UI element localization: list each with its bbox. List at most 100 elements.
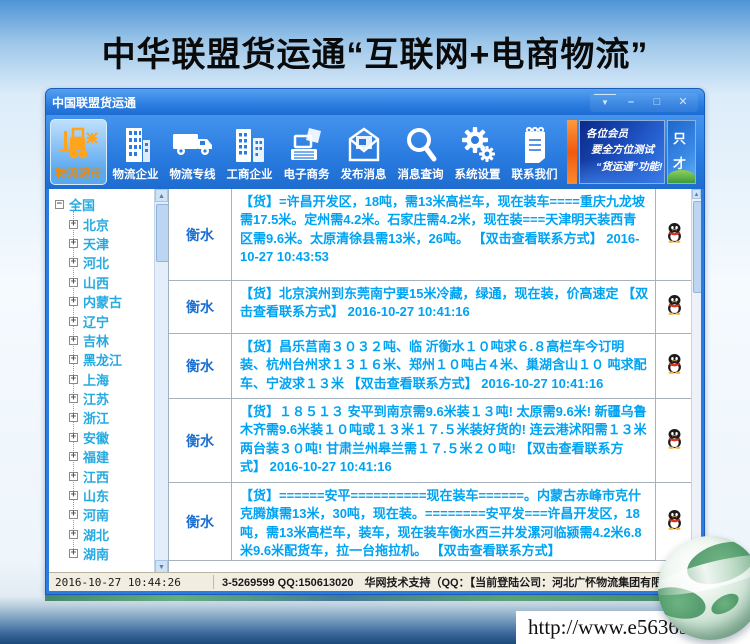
ecommerce-icon	[287, 124, 327, 166]
status-time: 2016-10-27 10:44:26	[49, 576, 213, 589]
promo-banner[interactable]: 各位会员要全方位测试“货运通”功能!	[579, 120, 665, 184]
message-text: 【货】=许昌开发区，18吨，需13米高栏车，现在装车====重庆九龙坡需17.5…	[232, 189, 655, 280]
tree-item-henan[interactable]: + 河南	[49, 505, 155, 524]
qq-contact-cell	[655, 189, 692, 280]
tree-item-neimenggu[interactable]: +内蒙古	[49, 292, 155, 311]
tree-item-label: 湖南	[83, 544, 109, 563]
expand-icon[interactable]: +	[69, 220, 78, 229]
qq-contact-cell	[655, 281, 692, 333]
qq-icon[interactable]	[666, 428, 683, 454]
expand-icon[interactable]: +	[69, 336, 78, 345]
tree-item-label: 河南	[83, 505, 109, 524]
tree-scrollbar[interactable]: ▲ ▼	[154, 189, 168, 573]
tree-item-heilongjiang[interactable]: +黑龙江	[49, 350, 155, 369]
expand-icon[interactable]: +	[69, 394, 78, 403]
expand-icon[interactable]: +	[69, 317, 78, 326]
banner-line: 各位会员	[586, 126, 660, 142]
expand-icon[interactable]: +	[69, 549, 78, 558]
tree-item-label: 山东	[83, 486, 109, 505]
expand-icon[interactable]: +	[69, 239, 78, 248]
app-window: 中国联盟货运通 ▼ – □ ✕ 物流超市物流企业物流专线工商企业电子商务发布消息…	[45, 88, 705, 595]
expand-icon[interactable]: +	[69, 491, 78, 500]
expand-icon[interactable]: +	[69, 258, 78, 267]
toolbar-item-logistics-company[interactable]: 物流企业	[107, 119, 164, 185]
tree-item-label: 安徽	[83, 428, 109, 447]
maximize-icon[interactable]: □	[646, 94, 668, 110]
message-origin: 衡水	[169, 483, 232, 560]
tree-item-anhui[interactable]: + 安徽	[49, 428, 155, 447]
toolbar-item-logistics-market[interactable]: 物流超市	[50, 119, 107, 185]
close-icon[interactable]: ✕	[672, 94, 694, 110]
tree-item-label: 浙江	[83, 408, 109, 427]
qq-icon[interactable]	[666, 294, 683, 320]
tree-item-label: 辽宁	[83, 312, 109, 331]
expand-icon[interactable]: +	[69, 530, 78, 539]
message-row[interactable]: 衡水【货】１８５１３ 安平到南京需9.6米装１３吨! 太原需9.6米! 新疆乌鲁…	[169, 399, 692, 483]
qq-contact-cell	[655, 334, 692, 398]
expand-icon[interactable]: +	[69, 452, 78, 461]
collapse-icon[interactable]: −	[55, 200, 64, 209]
tree-item-hubei[interactable]: + 湖北	[49, 525, 155, 544]
tree-item-shanxi[interactable]: +山西	[49, 273, 155, 292]
qq-icon[interactable]	[666, 509, 683, 535]
tree-item-tianjin[interactable]: + 天津	[49, 234, 155, 253]
toolbar-item-label: 联系我们	[512, 166, 558, 182]
tree-item-hebei[interactable]: +河北	[49, 253, 155, 272]
message-row[interactable]: 衡水【货】=许昌开发区，18吨，需13米高栏车，现在装车====重庆九龙坡需17…	[169, 189, 692, 281]
tree-item-liaoning[interactable]: + 辽宁	[49, 311, 155, 330]
window-controls: ▼ – □ ✕	[590, 93, 698, 112]
toolbar-item-label: 电子商务	[284, 166, 330, 182]
expand-icon[interactable]: +	[69, 433, 78, 442]
message-list-panel: 衡水【货】=许昌开发区，18吨，需13米高栏车，现在装车====重庆九龙坡需17…	[168, 189, 701, 573]
tree-item-shandong[interactable]: + 山东	[49, 486, 155, 505]
expand-icon[interactable]: +	[69, 510, 78, 519]
toolbar-item-message-query[interactable]: 消息查询	[392, 119, 449, 185]
tree-item-hunan[interactable]: + 湖南	[49, 544, 155, 563]
toolbar-item-logistics-line[interactable]: 物流专线	[164, 119, 221, 185]
scroll-up-icon[interactable]: ▲	[155, 189, 168, 202]
expand-icon[interactable]: +	[69, 297, 78, 306]
promo-banner-side[interactable]: 只才	[667, 120, 696, 184]
expand-icon[interactable]: +	[69, 355, 78, 364]
tree-scroll-thumb[interactable]	[156, 204, 168, 262]
region-tree: −全国+北京+天津+河北+山西+内蒙古+辽宁+吉林+黑龙江+上海+江苏+浙江+安…	[49, 195, 155, 563]
tree-item-label: 江西	[83, 467, 109, 486]
qq-icon[interactable]	[666, 222, 683, 248]
toolbar-item-label: 物流超市	[56, 165, 102, 181]
message-row[interactable]: 衡水【货】======安平==========现在装车======。内蒙古赤峰市…	[169, 483, 692, 561]
toolbar-item-publish-message[interactable]: 发布消息	[335, 119, 392, 185]
tree-item-quanguo[interactable]: −全国	[49, 195, 155, 214]
expand-icon[interactable]: +	[69, 472, 78, 481]
tree-item-jiangsu[interactable]: +江苏	[49, 389, 155, 408]
tree-item-fujian[interactable]: +福建	[49, 447, 155, 466]
pin-icon[interactable]: ▼	[594, 94, 616, 111]
message-row[interactable]: 衡水【货】昌乐莒南３０３２吨、临 沂衡水１０吨求６.８高栏车今订明装、杭州台州求…	[169, 334, 692, 399]
content-scroll-thumb[interactable]	[693, 201, 701, 293]
qq-icon[interactable]	[666, 353, 683, 379]
message-origin: 衡水	[169, 189, 232, 280]
window-titlebar: 中国联盟货运通 ▼ – □ ✕	[46, 89, 704, 115]
tree-item-jilin[interactable]: +吉林	[49, 331, 155, 350]
tree-item-shanghai[interactable]: +上海	[49, 370, 155, 389]
tree-item-jiangxi[interactable]: + 江西	[49, 466, 155, 485]
tree-item-label: 湖北	[83, 525, 109, 544]
expand-icon[interactable]: +	[69, 413, 78, 422]
tree-item-label: 天津	[83, 234, 109, 253]
message-row[interactable]: 衡水【货】北京滨州到东莞南宁要15米冷藏，绿通，现在装，价高速定 【双击查看联系…	[169, 281, 692, 334]
expand-icon[interactable]: +	[69, 375, 78, 384]
toolbar-item-industry-company[interactable]: 工商企业	[221, 119, 278, 185]
minimize-icon[interactable]: –	[620, 94, 642, 110]
toolbar-item-e-commerce[interactable]: 电子商务	[278, 119, 335, 185]
envelope-icon	[344, 124, 384, 166]
content-scrollbar[interactable]: ▲	[691, 189, 701, 573]
qq-contact-cell	[655, 399, 692, 482]
scroll-up-icon[interactable]: ▲	[692, 189, 701, 199]
expand-icon[interactable]: +	[69, 278, 78, 287]
toolbar-item-label: 消息查询	[398, 166, 444, 182]
toolbar-item-system-settings[interactable]: 系统设置	[449, 119, 506, 185]
tree-item-zhejiang[interactable]: + 浙江	[49, 408, 155, 427]
desktop-ground-strip	[45, 595, 705, 601]
tree-item-beijing[interactable]: + 北京	[49, 214, 155, 233]
tree-item-label: 北京	[83, 215, 109, 234]
toolbar-item-contact-us[interactable]: 联系我们	[506, 119, 563, 185]
